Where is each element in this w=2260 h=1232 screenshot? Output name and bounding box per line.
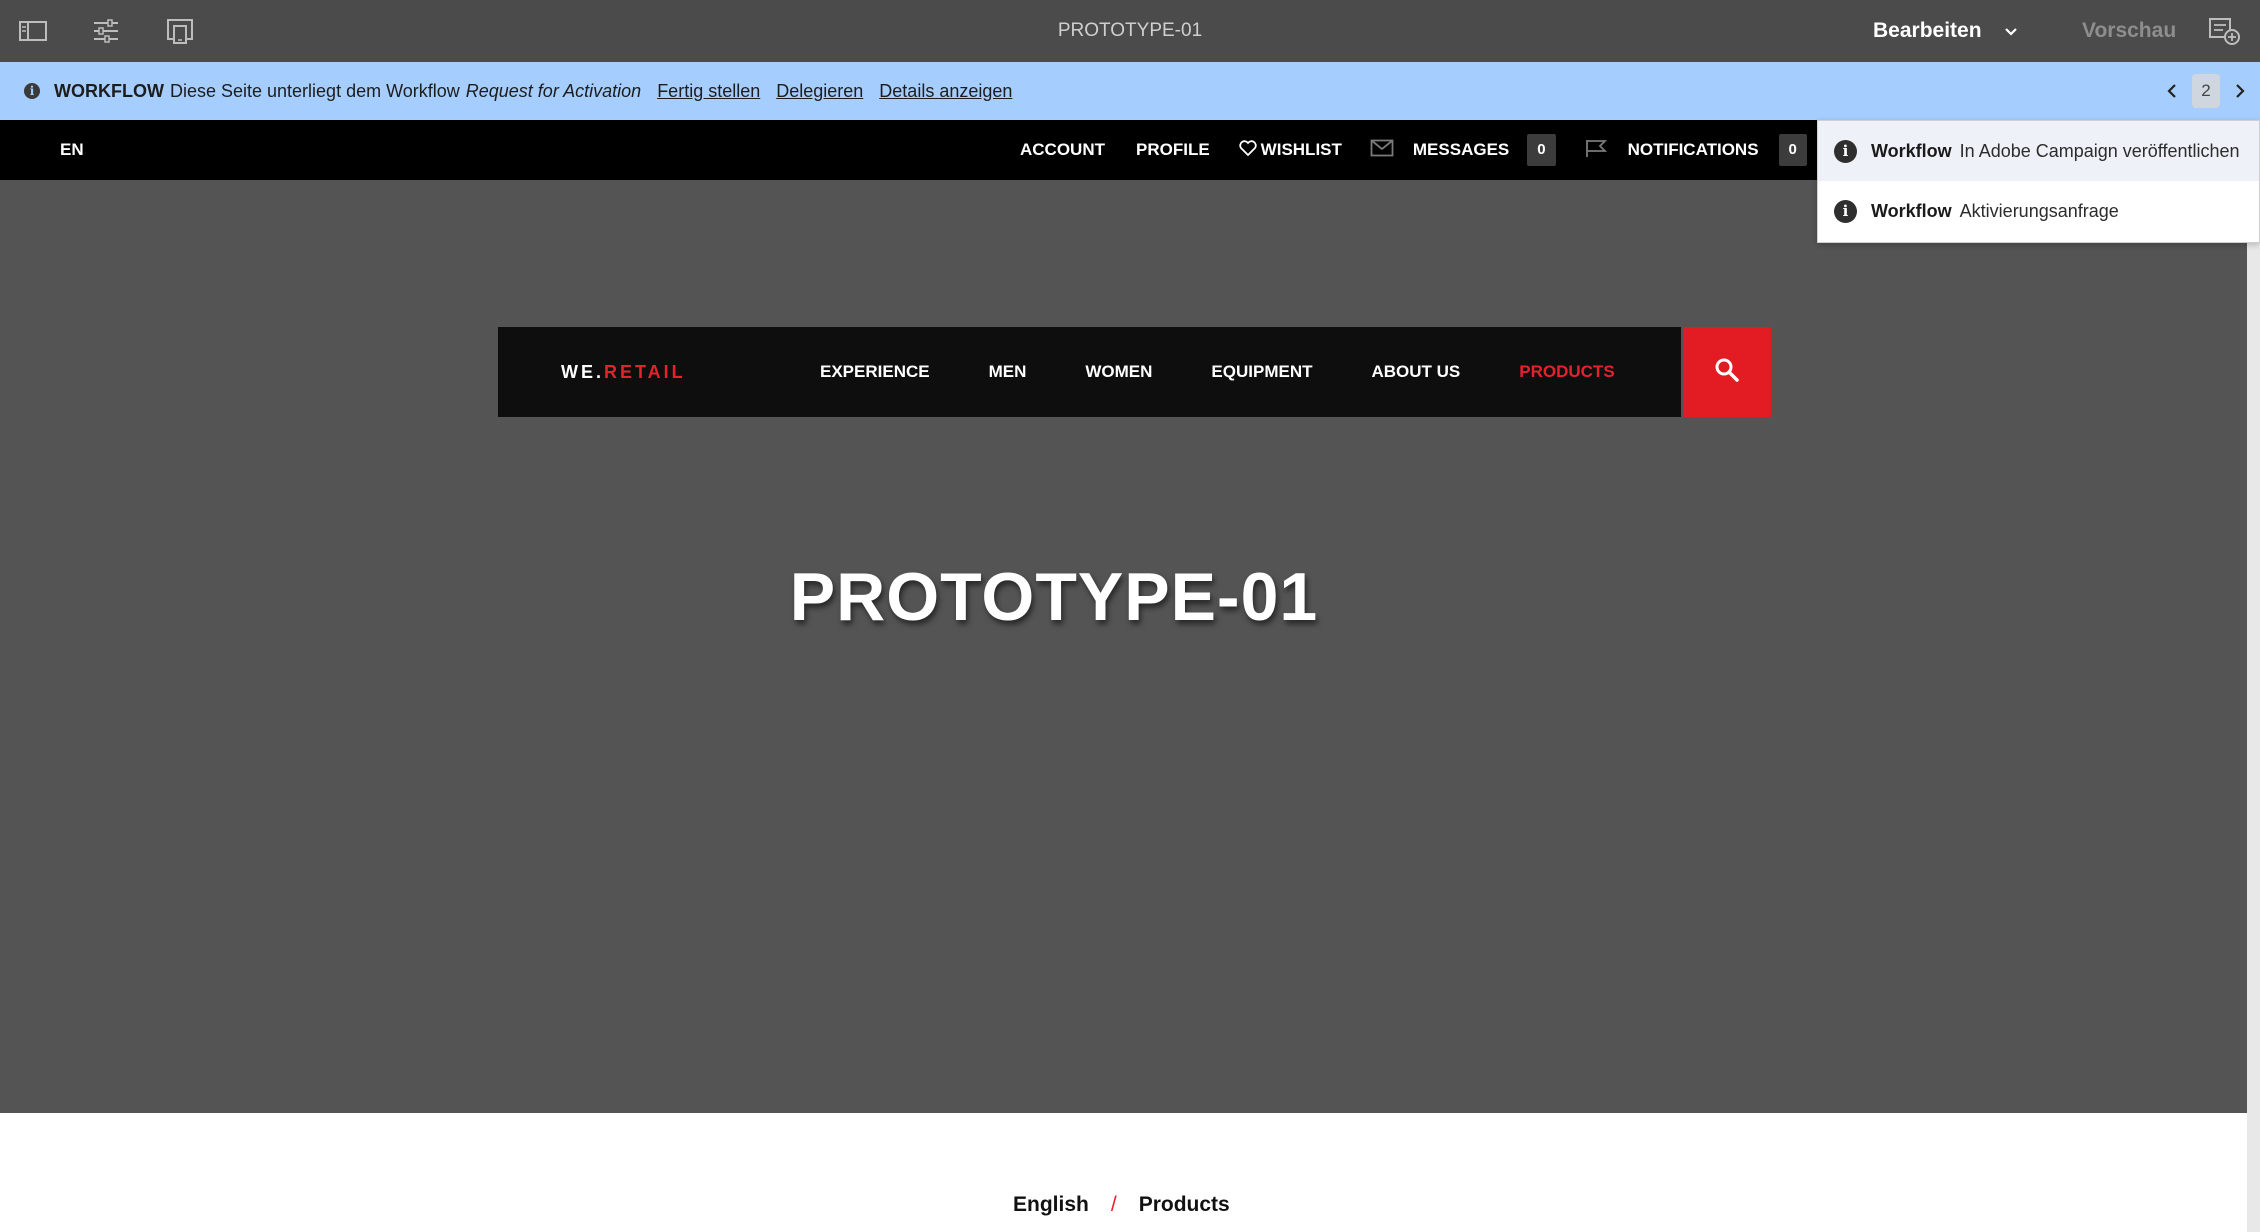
messages-link[interactable]: MESSAGES 0: [1370, 134, 1556, 166]
wishlist-link[interactable]: WISHLIST: [1239, 139, 1342, 161]
profile-link[interactable]: PROFILE: [1136, 140, 1210, 160]
heart-icon: [1239, 139, 1257, 161]
page-number: 2: [2192, 74, 2220, 108]
language-selector[interactable]: EN: [60, 120, 84, 180]
workflow-status-bar: i WORKFLOW Diese Seite unterliegt dem Wo…: [0, 62, 2260, 120]
info-icon: i: [1834, 199, 1857, 223]
wishlist-label: WISHLIST: [1260, 140, 1342, 159]
nav-experience[interactable]: EXPERIENCE: [820, 362, 930, 382]
messages-count-badge: 0: [1527, 134, 1556, 166]
breadcrumb-products[interactable]: Products: [1139, 1193, 1230, 1217]
page-scrollbar[interactable]: [2247, 242, 2260, 1232]
logo-prefix: WE.: [561, 362, 604, 382]
workflow-item-activation[interactable]: i Workflow Aktivierungsanfrage: [1818, 181, 2259, 241]
nav-men[interactable]: MEN: [989, 362, 1027, 382]
flag-icon: [1584, 138, 1608, 163]
hero-title: PROTOTYPE-01: [789, 559, 1319, 635]
delegate-link[interactable]: Delegieren: [776, 81, 863, 102]
nav-products[interactable]: PRODUCTS: [1519, 362, 1614, 382]
workflow-message: i WORKFLOW Diese Seite unterliegt dem Wo…: [24, 62, 1028, 120]
envelope-icon: [1370, 139, 1394, 162]
account-nav: ACCOUNT PROFILE WISHLIST MESSAGES 0 NOTI…: [1020, 120, 1807, 180]
messages-label: MESSAGES: [1412, 140, 1510, 159]
mode-label: Bearbeiten: [1873, 19, 1982, 42]
breadcrumb: English / Products: [0, 1113, 2247, 1232]
workflow-text: Diese Seite unterliegt dem Workflow: [169, 80, 460, 101]
chevron-right-icon[interactable]: [2220, 71, 2260, 111]
chevron-down-icon: [2004, 19, 2018, 43]
search-button[interactable]: [1683, 327, 1771, 417]
notifications-link[interactable]: NOTIFICATIONS 0: [1584, 134, 1807, 166]
aem-editor-window: PROTOTYPE-01 Bearbeiten Vorschau i WORKF…: [0, 0, 2260, 1232]
search-icon: [1713, 356, 1741, 389]
main-menu: EXPERIENCE MEN WOMEN EQUIPMENT ABOUT US …: [820, 327, 1674, 417]
nav-equipment[interactable]: EQUIPMENT: [1211, 362, 1312, 382]
annotation-icon[interactable]: [2207, 16, 2241, 46]
notifications-count-badge: 0: [1778, 134, 1807, 166]
workflow-name: Request for Activation: [465, 80, 642, 101]
complete-link[interactable]: Fertig stellen: [657, 81, 760, 102]
workflow-item-text: In Adobe Campaign veröffentlichen: [1959, 140, 2240, 161]
info-icon: i: [1834, 139, 1857, 163]
chevron-left-icon[interactable]: [2152, 71, 2192, 111]
hero-section: WE.RETAIL EXPERIENCE MEN WOMEN EQUIPMENT…: [0, 180, 2247, 1113]
workflow-pager: 2: [2152, 62, 2260, 120]
workflow-item-campaign[interactable]: i Workflow In Adobe Campaign veröffentli…: [1818, 121, 2259, 181]
account-link[interactable]: ACCOUNT: [1020, 140, 1105, 160]
mode-selector[interactable]: Bearbeiten: [1873, 0, 2018, 62]
workflow-item-text: Aktivierungsanfrage: [1959, 200, 2119, 221]
breadcrumb-separator: /: [1110, 1193, 1117, 1216]
we-retail-logo[interactable]: WE.RETAIL: [561, 327, 686, 417]
notifications-label: NOTIFICATIONS: [1627, 140, 1759, 159]
breadcrumb-row: English / Products: [1013, 1190, 1230, 1220]
workflow-popover: i Workflow In Adobe Campaign veröffentli…: [1817, 120, 2260, 243]
preview-button[interactable]: Vorschau: [2082, 0, 2176, 62]
workflow-label: WORKFLOW: [54, 80, 164, 101]
nav-women[interactable]: WOMEN: [1085, 362, 1152, 382]
logo-accent: RETAIL: [604, 362, 686, 382]
editor-toolbar: PROTOTYPE-01 Bearbeiten Vorschau: [0, 0, 2260, 62]
main-navigation: WE.RETAIL EXPERIENCE MEN WOMEN EQUIPMENT…: [498, 327, 1771, 417]
workflow-item-label: Workflow: [1871, 140, 1952, 161]
info-icon: i: [24, 83, 40, 99]
details-link[interactable]: Details anzeigen: [879, 81, 1012, 102]
workflow-item-label: Workflow: [1871, 200, 1952, 221]
nav-about-us[interactable]: ABOUT US: [1371, 362, 1460, 382]
breadcrumb-english[interactable]: English: [1013, 1193, 1089, 1217]
